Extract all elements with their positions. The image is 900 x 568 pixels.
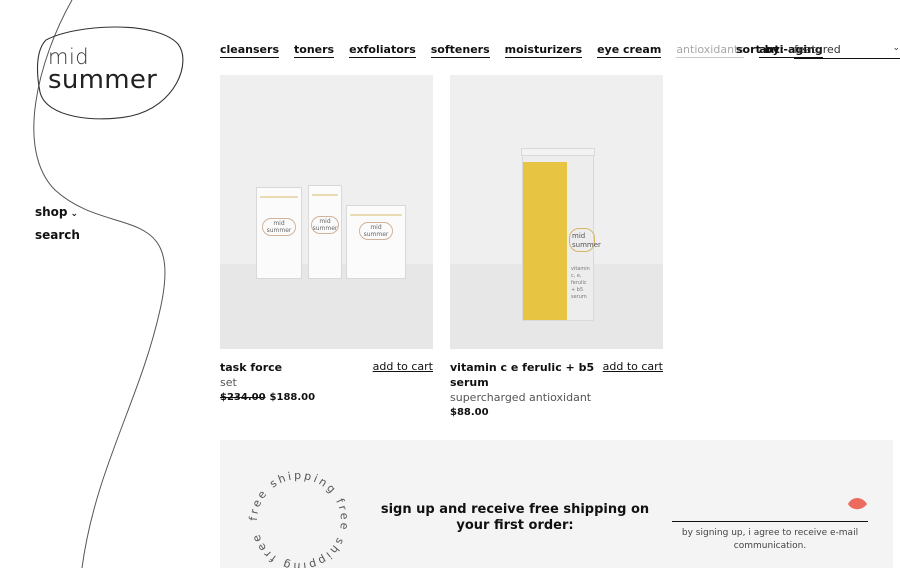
submit-arrow-icon	[848, 498, 867, 510]
category-antioxidants[interactable]: antioxidants	[676, 43, 745, 58]
email-field[interactable]	[672, 498, 868, 522]
category-cleansers[interactable]: cleansers	[220, 43, 279, 58]
package-box: mid summer	[308, 185, 342, 279]
package-text: summer	[266, 227, 292, 234]
category-nav: cleansers toners exfoliators softeners m…	[220, 43, 823, 58]
consent-text: by signing up, i agree to receive e-mail…	[681, 528, 859, 551]
sort-select[interactable]: featured ⌄	[794, 43, 900, 59]
logo-word-summer: summer	[48, 65, 158, 95]
chevron-down-icon: ⌄	[892, 43, 900, 53]
package-text: vitamin c, e,	[571, 266, 590, 279]
category-eye-cream[interactable]: eye cream	[597, 43, 662, 58]
package-text: summer	[572, 241, 601, 249]
sort-control: sort by: featured ⌄	[736, 43, 900, 59]
package-text: mid	[319, 218, 331, 225]
package-box: mid summer vitamin c, e, ferulic + b5 serum	[521, 148, 601, 321]
sort-value: featured	[794, 43, 841, 56]
package-text: summer	[363, 231, 389, 238]
brand-logo[interactable]: mid summer	[36, 22, 186, 122]
package-text: + b5 serum	[571, 287, 587, 300]
product-subtitle: supercharged antioxidant	[450, 391, 592, 404]
package-text: summer	[312, 225, 338, 232]
svg-text:free shipping free shipping fr: free shipping free shipping free	[247, 469, 351, 568]
signup-headline: sign up and receive free shipping on you…	[380, 502, 650, 533]
circle-text: free shipping free shipping free	[247, 469, 349, 568]
category-exfoliators[interactable]: exfoliators	[349, 43, 416, 58]
nav-shop[interactable]: shop ⌄	[35, 205, 80, 219]
side-nav: shop ⌄ search	[35, 205, 80, 251]
product-card: mid summer mid summer mid summer task fo…	[220, 75, 433, 405]
package-box: mid summer	[256, 187, 302, 279]
newsletter-signup: free shipping free shipping free sign up…	[220, 440, 893, 568]
product-name[interactable]: task force	[220, 360, 370, 375]
package-text: mid	[370, 224, 382, 231]
product-subtitle: set	[220, 376, 237, 389]
package-text: mid	[572, 232, 586, 240]
free-shipping-circle-badge: free shipping free shipping free	[247, 469, 351, 568]
add-to-cart-button[interactable]: add to cart	[373, 360, 433, 373]
category-softeners[interactable]: softeners	[430, 43, 490, 58]
package-text: mid	[273, 220, 285, 227]
product-price: $234.00 $188.00	[220, 390, 433, 405]
chevron-down-icon: ⌄	[70, 209, 79, 219]
package-logo: mid summer	[572, 232, 601, 250]
category-toners[interactable]: toners	[294, 43, 335, 58]
old-price: $234.00	[220, 392, 266, 403]
package-info: vitamin c, e, ferulic + b5 serum	[571, 266, 593, 301]
product-image-task-force[interactable]: mid summer mid summer mid summer	[220, 75, 433, 349]
product-name[interactable]: vitamin c e ferulic + b5 serum	[450, 360, 600, 390]
package-yellow-panel	[523, 162, 567, 320]
package-box: mid summer	[346, 205, 406, 279]
product-card: mid summer vitamin c, e, ferulic + b5 serum…	[450, 75, 663, 420]
sale-price: $188.00	[269, 392, 316, 403]
nav-shop-label: shop	[35, 205, 68, 219]
product-price: $88.00	[450, 407, 489, 418]
nav-search[interactable]: search	[35, 228, 80, 242]
product-image-vitamin-c-serum[interactable]: mid summer vitamin c, e, ferulic + b5 serum	[450, 75, 663, 349]
sort-label: sort by:	[736, 43, 785, 56]
category-moisturizers[interactable]: moisturizers	[504, 43, 583, 58]
add-to-cart-button[interactable]: add to cart	[603, 360, 663, 373]
submit-button[interactable]	[846, 496, 868, 512]
package-text: ferulic	[571, 280, 587, 286]
